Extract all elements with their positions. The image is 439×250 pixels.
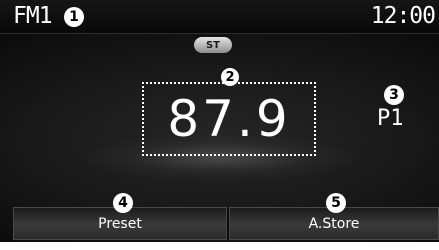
status-bar: FM1 1 12:00 <box>0 0 439 34</box>
preset-button-label: Preset <box>98 215 142 232</box>
clock: 12:00 <box>370 3 436 29</box>
callout-5: 5 <box>326 193 346 213</box>
preset-number: P1 <box>377 106 404 131</box>
callout-3: 3 <box>384 85 404 105</box>
callout-4: 4 <box>113 193 133 213</box>
frequency-display: 87.9 <box>167 90 291 148</box>
radio-screen: FM1 1 12:00 ST 2 87.9 3 P1 Preset A.Stor… <box>0 0 439 242</box>
band-label: FM1 <box>13 3 53 29</box>
callout-2: 2 <box>221 68 239 86</box>
stereo-badge: ST <box>194 37 232 53</box>
astore-button-label: A.Store <box>308 215 360 232</box>
callout-1: 1 <box>64 7 84 27</box>
